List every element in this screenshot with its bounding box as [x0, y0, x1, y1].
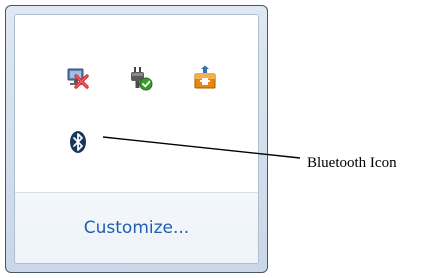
callout-label: Bluetooth Icon: [307, 155, 397, 171]
callout-line: [102, 136, 301, 159]
